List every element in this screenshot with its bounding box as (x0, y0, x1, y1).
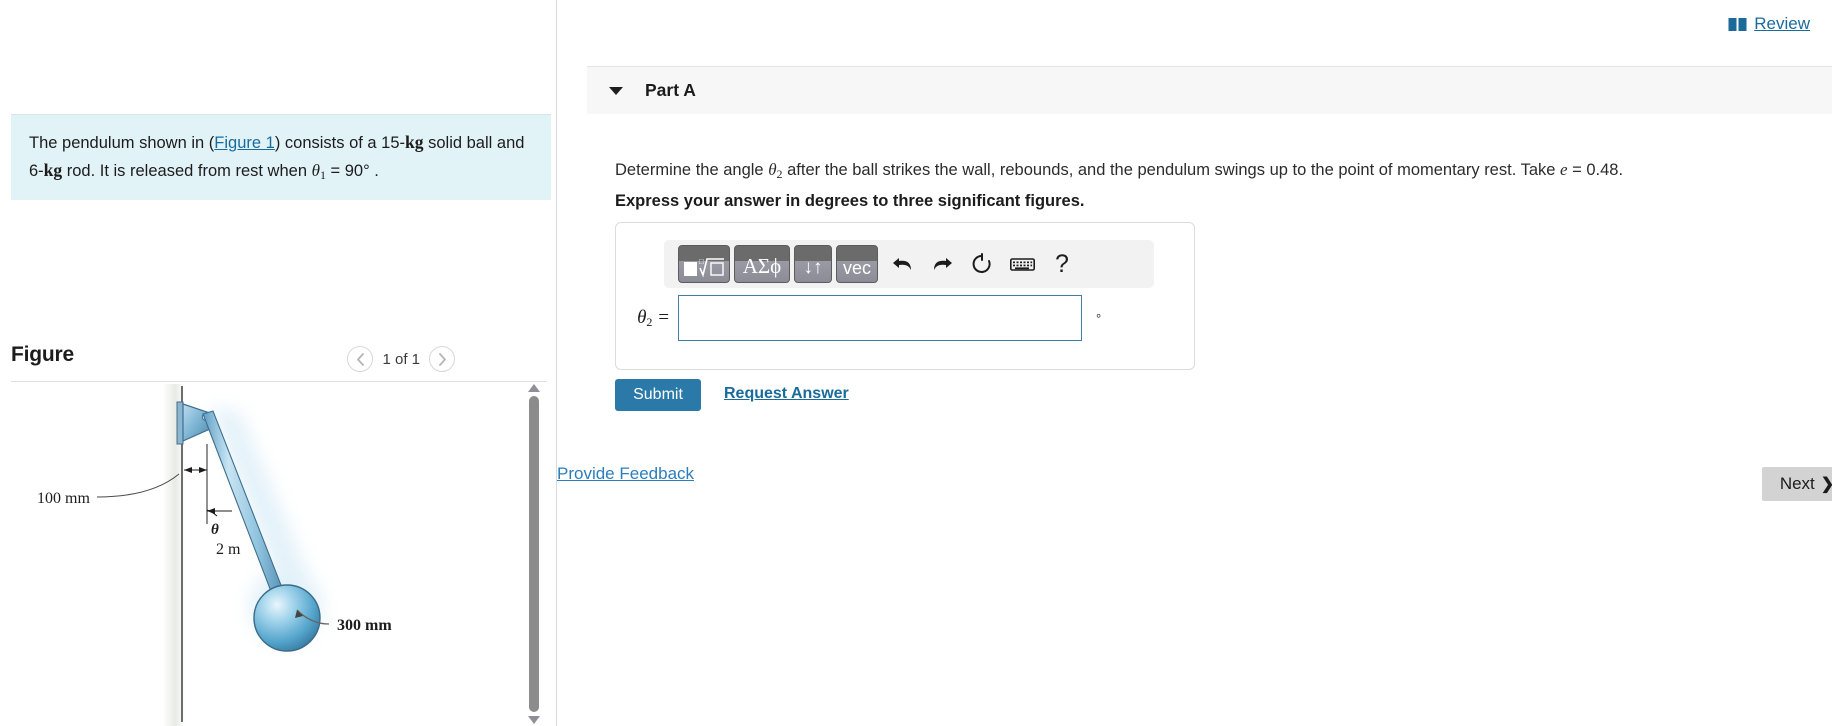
figure-divider (11, 381, 547, 382)
part-a-title: Part A (645, 80, 696, 100)
unit-kg-ball: kg (405, 132, 424, 152)
figure-pager: 1 of 1 (347, 346, 455, 372)
help-button[interactable]: ? (1042, 245, 1082, 283)
label-100mm: 100 mm (37, 490, 90, 507)
figure-count-label: 1 of 1 (382, 350, 420, 368)
review-label: Review (1754, 14, 1810, 33)
label-2m: 2 m (216, 541, 241, 558)
problem-text-1: The pendulum shown in ( (29, 134, 215, 152)
redo-button[interactable] (922, 245, 962, 283)
review-link[interactable]: Review (1728, 14, 1810, 34)
book-icon (1728, 17, 1747, 31)
part-a-header[interactable]: Part A (587, 66, 1832, 114)
answer-row: θ2 = ° (616, 295, 1196, 341)
answer-input[interactable] (678, 295, 1082, 341)
figure-prev-button[interactable] (347, 346, 374, 372)
vector-button[interactable]: vec (836, 245, 878, 283)
undo-arrow-icon (892, 258, 911, 270)
theta-1-symbol: θ (311, 160, 320, 180)
scrollbar-thumb[interactable] (529, 396, 539, 712)
math-template-button[interactable]: □ (678, 245, 730, 283)
left-panel: The pendulum shown in (Figure 1) consist… (0, 0, 556, 726)
redo-arrow-icon (933, 258, 952, 270)
problem-statement: The pendulum shown in (Figure 1) consist… (11, 114, 551, 201)
question-text-2: after the ball strikes the wall, rebound… (782, 161, 1561, 179)
keyboard-button[interactable] (1002, 245, 1042, 283)
next-button[interactable]: Next ❯ (1762, 467, 1832, 501)
chevron-right-icon: ❯ (1821, 474, 1832, 494)
greek-letters-button[interactable]: ΑΣϕ (734, 245, 790, 283)
problem-text-5: = 90° . (325, 161, 379, 180)
next-label: Next (1779, 474, 1815, 493)
submit-button[interactable]: Submit (615, 379, 701, 411)
svg-text:□: □ (699, 257, 704, 266)
label-300mm: 300 mm (337, 617, 392, 634)
problem-page: The pendulum shown in (Figure 1) consist… (0, 0, 1832, 726)
sub-superscript-button[interactable]: ↓↑ (794, 245, 832, 283)
problem-text-4: rod. It is released from rest when (62, 161, 312, 180)
sqrt-template-icon: □ (684, 257, 724, 278)
pendulum-diagram: 100 mm θ 2 m 300 mm (37, 384, 392, 726)
figure-next-button[interactable] (429, 346, 455, 372)
figure-scrollbar[interactable] (526, 384, 542, 724)
answer-format-instruction: Express your answer in degrees to three … (615, 192, 1085, 210)
answer-variable-label: θ2 = (616, 307, 678, 330)
question-text-3: = 0.48. (1567, 161, 1624, 179)
theta-2-symbol: θ (768, 160, 777, 179)
reset-circular-arrow-icon (972, 253, 991, 273)
request-answer-link[interactable]: Request Answer (724, 385, 849, 403)
chevron-left-icon (357, 352, 364, 366)
provide-feedback-link[interactable]: Provide Feedback (557, 464, 694, 484)
keyboard-icon (1009, 257, 1035, 271)
caret-down-icon[interactable] (609, 86, 623, 95)
figure-viewport: 100 mm θ 2 m 300 mm (11, 384, 547, 726)
scroll-down-arrow-icon[interactable] (528, 716, 540, 724)
unit-kg-rod: kg (43, 159, 63, 180)
figure-title: Figure (11, 343, 74, 366)
right-panel: Review Part A Determine the angle θ2 aft… (557, 0, 1832, 726)
coefficient-e-symbol: e (1560, 160, 1568, 179)
problem-text-2: ) consists of a 15- (274, 134, 406, 152)
answer-unit-label: ° (1096, 310, 1102, 326)
question-text: Determine the angle θ2 after the ball st… (615, 160, 1795, 182)
undo-button[interactable] (882, 245, 922, 283)
answer-equals: = (652, 306, 670, 328)
answer-box: □ ΑΣϕ ↓↑ vec ? θ2 = ° (615, 222, 1195, 370)
math-toolbar: □ ΑΣϕ ↓↑ vec ? (664, 240, 1154, 288)
chevron-right-icon (438, 352, 446, 366)
label-theta: θ (211, 522, 219, 538)
reset-button[interactable] (962, 245, 1002, 283)
figure-1-link[interactable]: Figure 1 (214, 134, 275, 152)
question-text-1: Determine the angle (615, 161, 769, 179)
figure-header: Figure 1 of 1 (11, 338, 547, 390)
scroll-up-arrow-icon[interactable] (528, 384, 540, 392)
